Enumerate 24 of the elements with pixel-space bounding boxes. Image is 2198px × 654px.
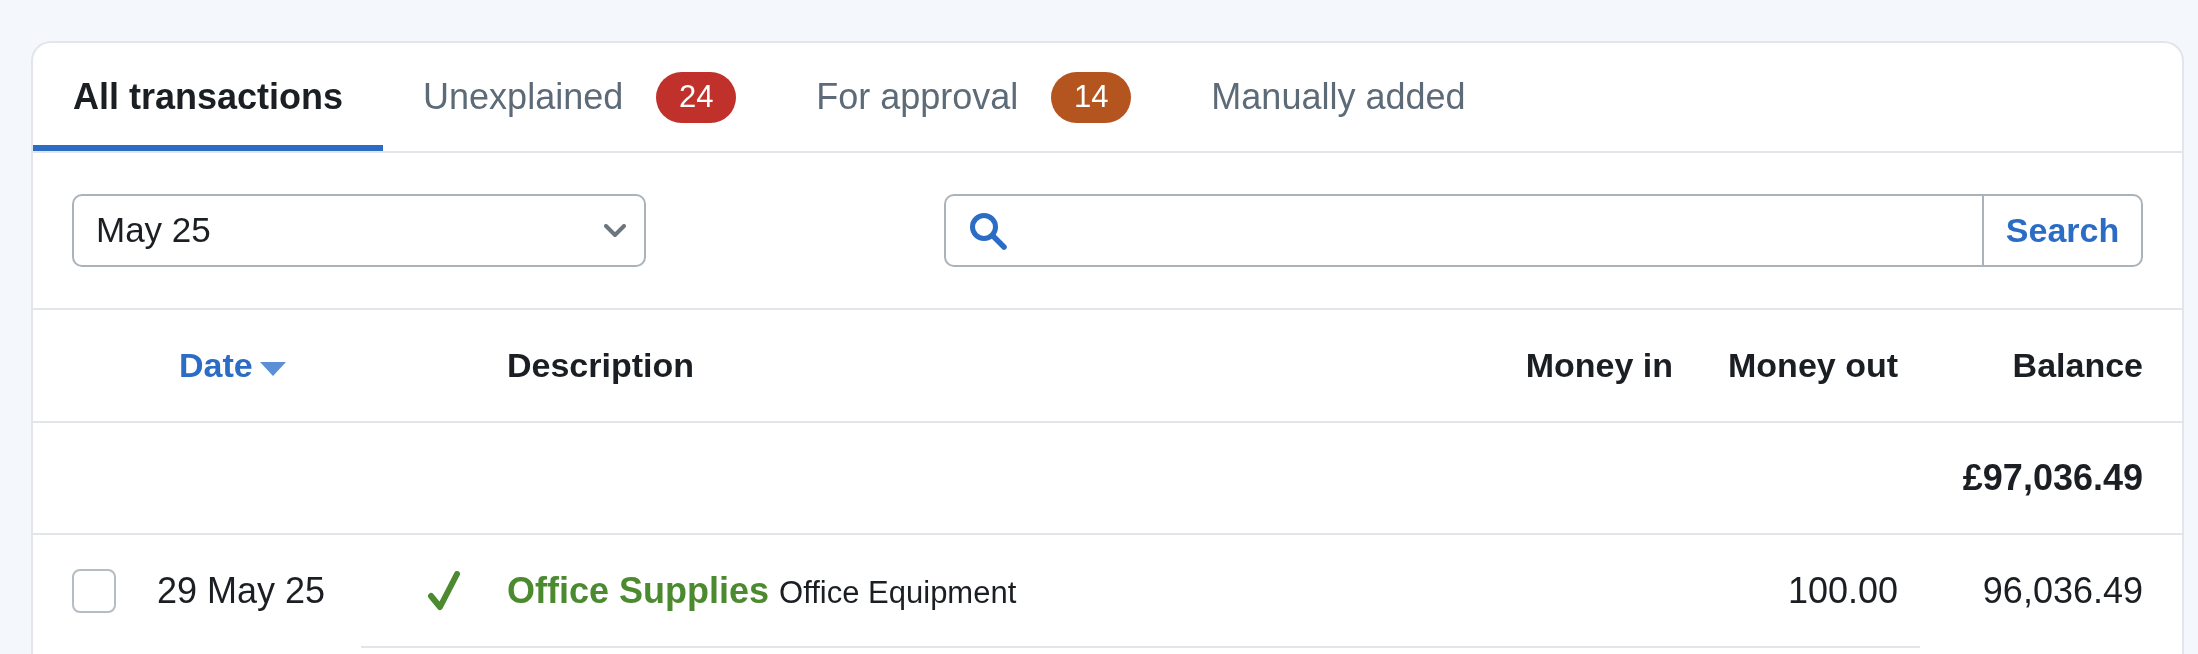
search-icon (969, 211, 1007, 250)
column-header[interactable]: Balance (2012, 340, 2143, 391)
money-out-cell-text: 100.00 (1787, 568, 1898, 613)
column-header[interactable]: Money out (1728, 340, 1898, 391)
count-badge: 24 (656, 71, 737, 123)
balance-cell-text: 96,036.49 (1982, 568, 2143, 613)
column-header[interactable]: Description (507, 340, 695, 391)
column-header[interactable]: Money in (1525, 340, 1673, 391)
opening-balance: £97,036.49 (1962, 456, 2143, 500)
tab[interactable]: Manually added (1171, 43, 1506, 151)
search-button[interactable]: Search (1982, 194, 2143, 267)
tab[interactable]: Unexplained 24 (383, 43, 777, 151)
count-badge: 14 (1051, 71, 1132, 123)
tab[interactable]: All transactions (33, 43, 384, 151)
transaction-link[interactable]: Office Supplies (507, 563, 770, 618)
date-cell-text: 29 May 25 (157, 568, 326, 613)
category-text: Office Equipment (779, 573, 1017, 612)
period-select[interactable]: May 25 (72, 194, 646, 267)
search-field[interactable] (944, 194, 1982, 267)
column-header[interactable]: Date (179, 340, 286, 391)
row-checkbox[interactable] (72, 568, 116, 613)
chevron-down-icon (604, 223, 626, 238)
tab[interactable]: For approval 14 (776, 43, 1172, 151)
sort-caret-icon (259, 361, 286, 376)
